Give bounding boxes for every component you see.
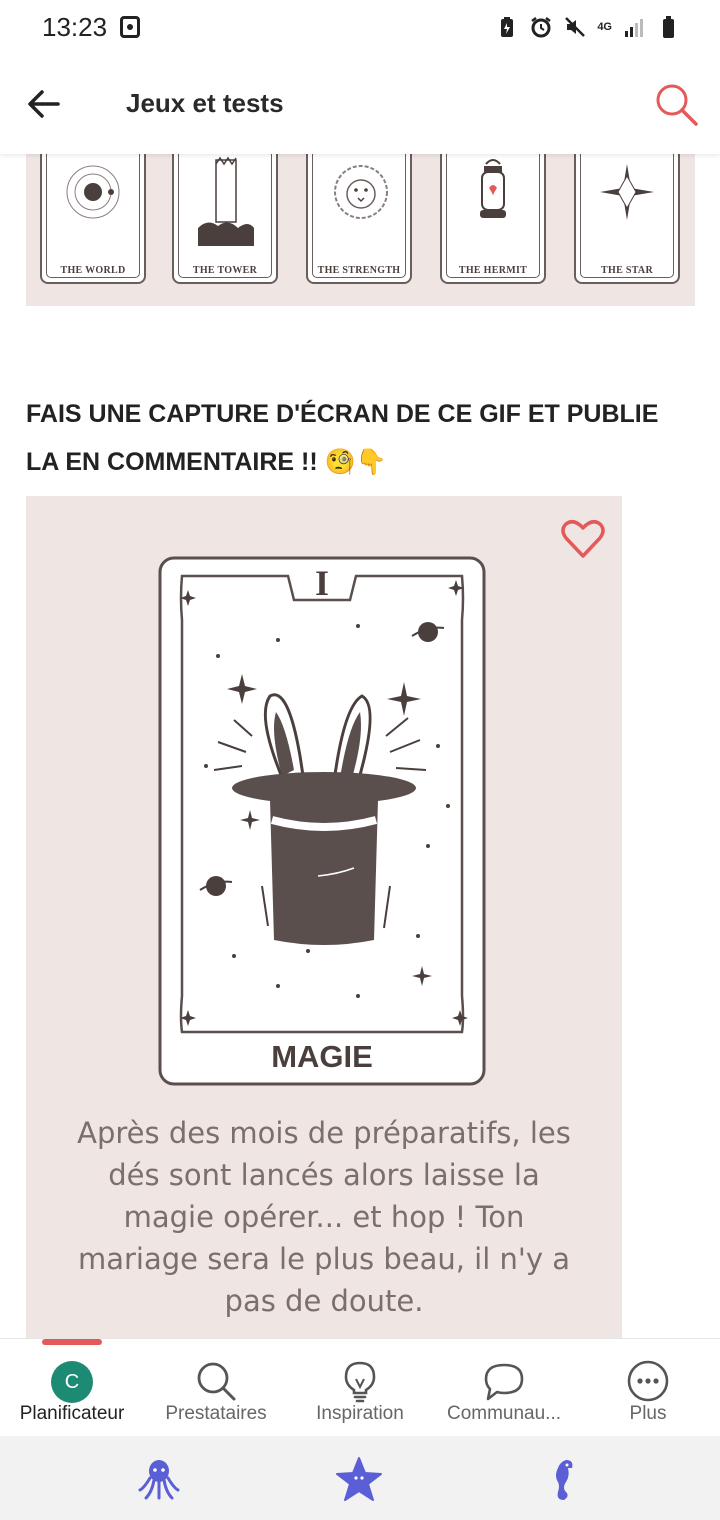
tab-label: Communau... [446,1403,562,1424]
bottom-tab-bar: C Planificateur Prestataires Inspiration… [0,1338,720,1436]
card-numeral: I [314,563,329,603]
card-caption: Après des mois de préparatifs, les dés s… [77,1116,571,1318]
status-time: 13:23 [42,12,108,42]
search-icon [197,1362,236,1401]
tarot-card-label: THE STRENGTH [317,265,401,276]
seahorse-icon[interactable] [540,1456,586,1502]
octopus-icon[interactable] [136,1456,182,1502]
tab-planificateur[interactable]: C Planificateur [4,1357,140,1437]
tab-label: Inspiration [316,1403,404,1424]
tarot-card-strength: THE STRENGTH [306,154,412,284]
network-type: 4G [597,20,612,33]
star-icon [600,164,654,220]
lantern-icon [480,159,506,218]
tab-label: Plus [629,1403,667,1424]
lion-icon [334,165,388,219]
tab-prestataires[interactable]: Prestataires [148,1357,284,1437]
page-title: Jeux et tests [126,88,284,118]
card-name: MAGIE [271,1039,373,1074]
status-icons: 4G [495,12,680,42]
active-tab-indicator [42,1339,102,1345]
content-scroll[interactable]: THE WORLD THE TOWER THE STRENGTH THE HER… [0,154,720,1338]
tarot-card-world: THE WORLD [40,154,146,284]
mute-icon [565,17,586,37]
signal-icon [625,19,643,37]
post-title: FAIS UNE CAPTURE D'ÉCRAN DE CE GIF ET PU… [26,400,659,476]
system-navigation-bar [0,1436,720,1520]
app-bar: Jeux et tests [0,56,720,154]
battery-icon [663,16,674,38]
back-arrow-icon[interactable] [22,82,66,126]
battery-saver-icon [501,17,514,37]
tab-label: Prestataires [165,1403,267,1424]
tab-communaute[interactable]: Communau... [432,1357,576,1437]
chat-bubble-icon [484,1363,524,1401]
tarot-card-label: THE HERMIT [458,265,528,276]
tarot-card-hermit: THE HERMIT [440,154,546,284]
tarot-card-label: THE WORLD [60,265,126,276]
tarot-card-tower: THE TOWER [172,154,278,284]
status-bar: 13:23 4G [0,0,720,56]
tower-icon [198,156,254,246]
world-icon [66,165,120,219]
tab-inspiration[interactable]: Inspiration [292,1357,428,1437]
tab-plus[interactable]: Plus [586,1357,710,1437]
search-icon[interactable] [652,80,700,128]
alarm-icon [531,17,552,38]
lightbulb-icon [344,1361,376,1403]
tarot-card-star: THE STAR [574,154,680,284]
tarot-card-label: THE TOWER [192,265,258,276]
avatar: C [51,1361,93,1403]
starfish-icon[interactable] [336,1456,382,1502]
tarot-card-label: THE STAR [601,265,653,276]
screenshot-icon [120,16,140,38]
tarot-card-magie: I MAGIE [158,556,486,1086]
heart-icon[interactable] [560,516,606,560]
more-icon [627,1360,669,1402]
gif-image: I MAGIE Après des mois de préparatifs, l… [26,496,622,1338]
tab-label: Planificateur [19,1403,125,1424]
card-frame [158,556,486,1086]
tarot-strip-image: THE WORLD THE TOWER THE STRENGTH THE HER… [26,154,695,306]
